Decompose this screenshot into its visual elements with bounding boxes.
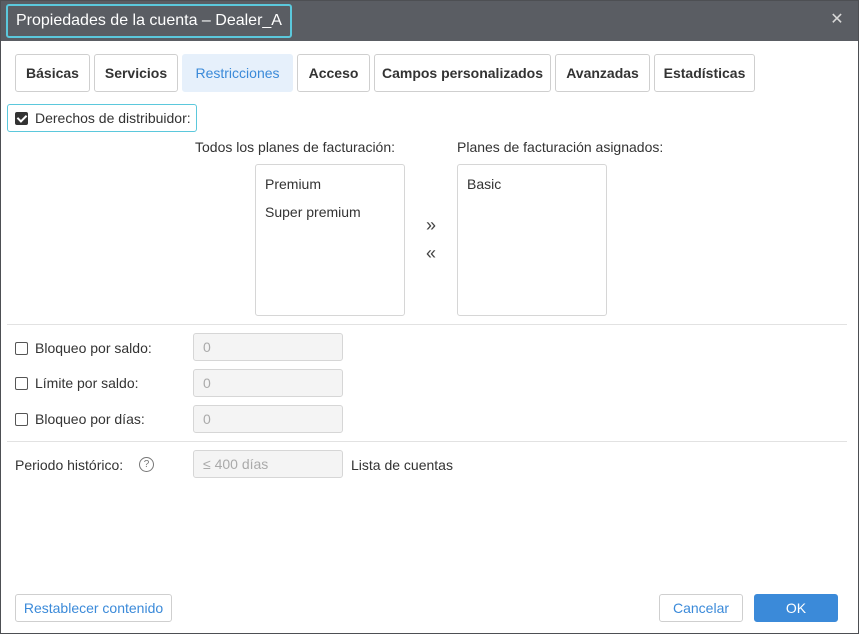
move-right-icon[interactable]: »: [421, 215, 441, 235]
dealer-rights-label: Derechos de distribuidor:: [35, 110, 191, 126]
assigned-plans-label: Planes de facturación asignados:: [457, 139, 664, 155]
list-item[interactable]: Super premium: [265, 204, 361, 220]
divider: [7, 324, 847, 325]
title-bar: Propiedades de la cuenta – Dealer_A ✕: [1, 1, 858, 41]
days-block-checkbox[interactable]: [15, 413, 28, 426]
balance-limit-input[interactable]: 0: [193, 369, 343, 397]
balance-block-input[interactable]: 0: [193, 333, 343, 361]
reset-button[interactable]: Restablecer contenido: [15, 594, 172, 622]
account-list-label: Lista de cuentas: [351, 457, 453, 473]
ok-button[interactable]: OK: [754, 594, 838, 622]
tab-avanzadas[interactable]: Avanzadas: [555, 54, 650, 92]
days-block-input[interactable]: 0: [193, 405, 343, 433]
tab-estadisticas[interactable]: Estadísticas: [654, 54, 755, 92]
divider: [7, 441, 847, 442]
tab-servicios[interactable]: Servicios: [94, 54, 178, 92]
dealer-rights-checkbox[interactable]: [15, 112, 28, 125]
history-period-label: Periodo histórico:: [15, 457, 124, 473]
assigned-plans-list[interactable]: Basic: [457, 164, 607, 316]
help-icon[interactable]: ?: [139, 457, 154, 472]
dialog-title: Propiedades de la cuenta – Dealer_A: [6, 4, 292, 38]
account-properties-dialog: Propiedades de la cuenta – Dealer_A ✕ Bá…: [0, 0, 859, 634]
balance-block-checkbox[interactable]: [15, 342, 28, 355]
all-plans-label: Todos los planes de facturación:: [195, 139, 396, 155]
balance-block-label: Bloqueo por saldo:: [35, 340, 152, 356]
tab-acceso[interactable]: Acceso: [297, 54, 370, 92]
balance-limit-label: Límite por saldo:: [35, 375, 139, 391]
history-period-input[interactable]: ≤ 400 días: [193, 450, 343, 478]
all-plans-list[interactable]: Premium Super premium: [255, 164, 405, 316]
close-icon[interactable]: ✕: [828, 11, 846, 29]
move-left-icon[interactable]: «: [421, 243, 441, 263]
tab-campos-personalizados[interactable]: Campos personalizados: [374, 54, 551, 92]
tab-restricciones[interactable]: Restricciones: [182, 54, 293, 92]
days-block-label: Bloqueo por días:: [35, 411, 145, 427]
list-item[interactable]: Premium: [265, 176, 321, 192]
tab-basicas[interactable]: Básicas: [15, 54, 90, 92]
cancel-button[interactable]: Cancelar: [659, 594, 743, 622]
balance-limit-checkbox[interactable]: [15, 377, 28, 390]
list-item[interactable]: Basic: [467, 176, 501, 192]
